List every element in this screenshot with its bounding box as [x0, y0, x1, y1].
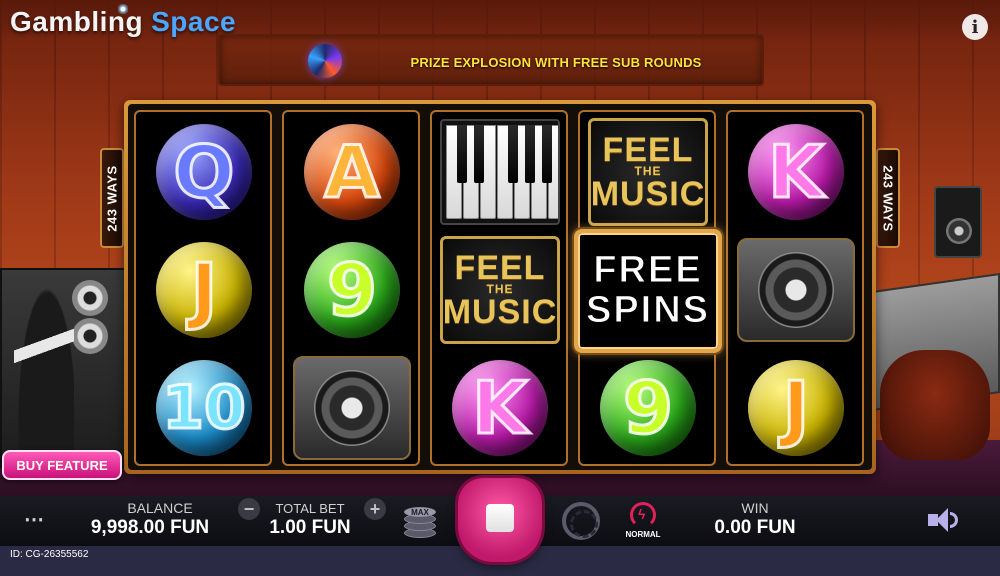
- k-orb-icon: K: [748, 124, 844, 220]
- speed-button[interactable]: ϟ NORMAL: [622, 500, 664, 540]
- gambling-space-logo: Gambling Space: [10, 4, 236, 42]
- free-spins-line-2: SPINS: [585, 289, 711, 331]
- speaker-volume-icon: [936, 508, 948, 532]
- reel-symbol-10: 10: [144, 352, 264, 464]
- symbol-letter: Q: [172, 130, 236, 214]
- ways-label-left: 243 WAYS: [100, 148, 124, 248]
- speaker-icon: [737, 238, 855, 342]
- nine-orb-icon: 9: [304, 242, 400, 338]
- balance-value: 9,998.00 FUN: [90, 517, 210, 538]
- guitar-icon: [14, 270, 74, 460]
- info-button[interactable]: i: [962, 14, 988, 40]
- total-bet-label: TOTAL BET: [275, 501, 345, 516]
- piano-black-key: [457, 125, 467, 183]
- tape-reel-icon: [72, 318, 108, 354]
- feel-line-1: FEEL: [454, 249, 546, 287]
- buy-feature-button[interactable]: BUY FEATURE: [2, 450, 122, 480]
- reel-symbol-a: A: [292, 116, 412, 228]
- j-orb-icon: J: [748, 360, 844, 456]
- j-orb-icon: J: [156, 242, 252, 338]
- feature-banner: PRIZE EXPLOSION WITH FREE SUB ROUNDS: [218, 34, 764, 86]
- galaxy-swirl-icon: [308, 44, 342, 78]
- symbol-letter: 10: [161, 373, 247, 443]
- sound-toggle-button[interactable]: [928, 506, 958, 534]
- speed-label: NORMAL: [625, 530, 661, 539]
- piano-black-key: [542, 125, 552, 183]
- reel-symbol-q: Q: [144, 116, 264, 228]
- lightning-icon: ϟ: [638, 506, 646, 522]
- symbol-letter: J: [781, 366, 811, 450]
- symbol-letter: 9: [325, 248, 378, 332]
- reel-symbol-j: J: [736, 352, 856, 464]
- reel-symbol-k: K: [440, 352, 560, 464]
- tape-reel-icon: [72, 280, 108, 316]
- decrease-bet-button[interactable]: −: [238, 498, 260, 520]
- win-value: 0.00 FUN: [714, 517, 796, 538]
- piano-black-key: [525, 125, 535, 183]
- q-orb-icon: Q: [156, 124, 252, 220]
- reel-symbol-free-spins: FREE SPINS: [574, 228, 722, 354]
- symbol-letter: K: [767, 130, 826, 214]
- symbol-letter: J: [189, 248, 219, 332]
- reel-symbol-speaker: [292, 352, 412, 464]
- reel-1: Q J 10: [134, 110, 272, 466]
- reel-symbol-j: J: [144, 234, 264, 346]
- autoplay-button[interactable]: [562, 502, 600, 540]
- reels-frame: Q J 10 A 9 FEEL THE MUSIC K FEEL THE MUS…: [124, 100, 876, 474]
- reel-symbol-speaker: [736, 234, 856, 346]
- feel-the-music-wild: FEEL THE MUSIC: [439, 236, 561, 344]
- piano-black-key: [474, 125, 484, 183]
- reel-3: FEEL THE MUSIC K: [430, 110, 568, 466]
- k-orb-icon: K: [452, 360, 548, 456]
- symbol-letter: K: [471, 366, 530, 450]
- speaker-icon: [293, 356, 411, 460]
- balance-label: BALANCE: [127, 500, 193, 516]
- game-id: ID: CG-26355562: [10, 549, 89, 560]
- reel-symbol-feel-the-music: FEEL THE MUSIC: [439, 234, 561, 346]
- feel-line-3: MUSIC: [590, 174, 706, 213]
- ways-left-text: 243 WAYS: [104, 164, 120, 232]
- stop-square-icon: [486, 504, 514, 532]
- symbol-letter: 9: [621, 366, 674, 450]
- reel-2: A 9: [282, 110, 420, 466]
- max-label: MAX: [411, 508, 429, 517]
- reel-symbol-9: 9: [292, 234, 412, 346]
- piano-black-key: [508, 125, 518, 183]
- reel-5: K J: [726, 110, 864, 466]
- max-bet-button[interactable]: MAX: [402, 502, 438, 540]
- ways-label-right: 243 WAYS: [876, 148, 900, 248]
- ways-right-text: 243 WAYS: [880, 164, 896, 232]
- reel-symbol-feel-the-music: FEEL THE MUSIC: [587, 116, 709, 228]
- free-spins-line-1: FREE: [593, 249, 703, 292]
- piano-keys-icon: [440, 119, 560, 225]
- studio-chair: [880, 350, 990, 460]
- total-bet-value: 1.00 FUN: [269, 517, 351, 538]
- studio-monitor-speaker: [934, 186, 982, 258]
- feel-line-3: MUSIC: [442, 292, 558, 331]
- speaker-cone: [758, 252, 834, 328]
- symbol-letter: A: [323, 130, 382, 214]
- feel-the-music-wild: FEEL THE MUSIC: [587, 118, 709, 226]
- logo-sparkle-icon: [118, 4, 128, 14]
- ten-orb-icon: 10: [156, 360, 252, 456]
- feel-line-1: FEEL: [602, 131, 694, 169]
- reel-4: FEEL THE MUSIC FREE SPINS 9: [574, 110, 722, 466]
- nine-orb-icon: 9: [600, 360, 696, 456]
- speaker-cone: [314, 370, 390, 446]
- reel-symbol-piano: [440, 116, 560, 228]
- win-label: WIN: [741, 500, 769, 516]
- reels-grid: Q J 10 A 9 FEEL THE MUSIC K FEEL THE MUS…: [128, 104, 872, 470]
- banner-text: PRIZE EXPLOSION WITH FREE SUB ROUNDS: [410, 54, 702, 70]
- reel-symbol-k: K: [736, 116, 856, 228]
- increase-bet-button[interactable]: +: [364, 498, 386, 520]
- reel-symbol-9: 9: [588, 352, 708, 464]
- spin-button[interactable]: [458, 478, 542, 562]
- free-spins-scatter: FREE SPINS: [574, 229, 722, 353]
- sound-wave-icon: [950, 512, 958, 528]
- menu-dots-icon[interactable]: ⋯: [20, 506, 48, 536]
- a-orb-icon: A: [304, 124, 400, 220]
